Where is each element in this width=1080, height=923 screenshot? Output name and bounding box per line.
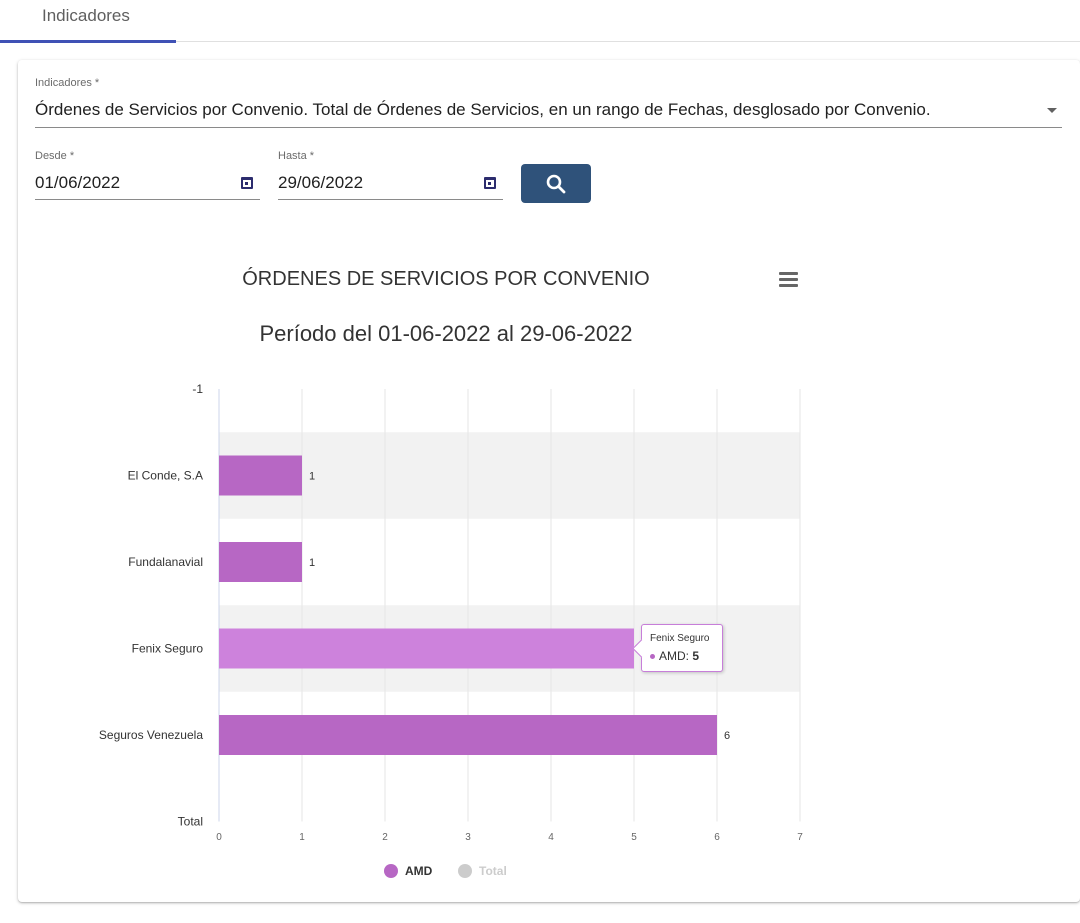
hasta-underline [278, 199, 503, 200]
chevron-down-icon [1047, 108, 1057, 113]
desde-value: 01/06/2022 [35, 173, 121, 192]
calendar-icon[interactable] [484, 177, 496, 189]
indicator-select-underline [35, 127, 1062, 128]
desde-underline [35, 199, 260, 200]
hamburger-menu-icon[interactable] [779, 272, 798, 287]
hasta-label: Hasta * [278, 150, 315, 162]
chart-subtitle: Período del 01-06-2022 al 29-06-2022 [259, 321, 633, 346]
search-icon [546, 174, 566, 194]
legend-amd-label: AMD [405, 864, 433, 878]
chart-title: ÓRDENES DE SERVICIOS POR CONVENIO [242, 268, 650, 290]
desde-label: Desde * [35, 150, 75, 162]
hasta-value: 29/06/2022 [278, 173, 364, 192]
legend-amd-marker [384, 864, 398, 878]
tooltip-value: 5 [692, 649, 700, 663]
tooltip-line: AMD: 5 [650, 649, 699, 663]
indicator-select-label: Indicadores * [35, 77, 100, 89]
search-button[interactable] [521, 164, 591, 203]
tab-indicadores[interactable]: Indicadores [0, 0, 176, 43]
tooltip-category: Fenix Seguro [650, 633, 710, 644]
tooltip-series-dot [650, 654, 655, 660]
legend-total-marker [458, 864, 472, 878]
indicator-select-value: Órdenes de Servicios por Convenio. Total… [35, 100, 931, 119]
active-tab-indicator [0, 40, 176, 43]
tab-label: Indicadores [42, 6, 130, 25]
chart-tooltip: Fenix Seguro AMD: 5 [641, 624, 723, 672]
tab-bar: Indicadores [0, 0, 1080, 43]
calendar-icon[interactable] [241, 177, 253, 189]
legend-total-label: Total [479, 864, 507, 878]
tooltip-series-label: AMD: [659, 649, 693, 663]
